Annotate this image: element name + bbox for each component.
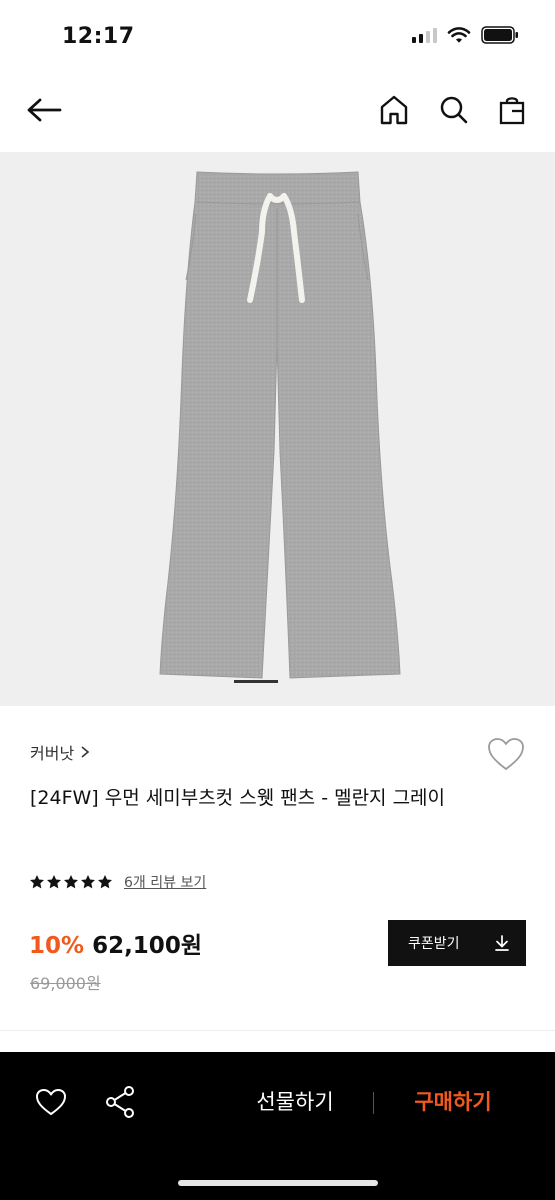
share-icon [106, 1086, 134, 1118]
coupon-label: 쿠폰받기 [408, 936, 460, 952]
coupon-button[interactable]: 쿠폰받기 [388, 920, 526, 966]
pants-illustration [159, 171, 401, 679]
search-button[interactable] [434, 90, 474, 130]
nav-bar [0, 74, 555, 152]
buy-button[interactable]: 구매하기 [398, 1086, 508, 1116]
wishlist-button[interactable] [486, 736, 526, 774]
product-title: [24FW] 우먼 세미부츠컷 스웻 팬츠 - 멜란지 그레이 [30, 787, 446, 809]
divider [0, 1030, 555, 1031]
bottom-wish-button[interactable] [31, 1082, 71, 1122]
status-icons [412, 26, 519, 44]
back-button[interactable] [24, 90, 64, 130]
share-button[interactable] [100, 1082, 140, 1122]
cart-button[interactable] [492, 90, 532, 130]
star-icon [64, 875, 78, 889]
heart-icon [36, 1089, 66, 1115]
chevron-right-icon [81, 746, 90, 758]
back-arrow-icon [27, 98, 62, 122]
download-icon [495, 935, 509, 951]
rating-row: 6개 리뷰 보기 [29, 872, 206, 892]
star-icon [98, 875, 112, 889]
shopping-bag-icon [499, 97, 525, 125]
star-icon [30, 875, 44, 889]
sale-price: 62,100원 [92, 933, 202, 959]
price-row: 10% 62,100원 [29, 926, 202, 960]
wifi-icon [447, 27, 471, 43]
home-indicator[interactable] [178, 1180, 378, 1186]
star-icon [81, 875, 95, 889]
bottom-action-bar: 선물하기 구매하기 [0, 1052, 555, 1200]
brand-link[interactable]: 커버낫 [30, 740, 90, 764]
gift-button[interactable]: 선물하기 [240, 1086, 350, 1116]
discount-rate: 10% [29, 933, 85, 959]
home-button[interactable] [374, 90, 414, 130]
cellular-signal-icon [412, 27, 437, 43]
search-icon [440, 96, 468, 124]
carousel-indicator [234, 680, 278, 683]
brand-name: 커버낫 [30, 744, 75, 763]
status-bar: 12:17 [0, 0, 555, 74]
rating-stars [29, 874, 113, 890]
heart-outline-icon [488, 738, 524, 770]
review-link[interactable]: 6개 리뷰 보기 [124, 872, 206, 892]
battery-icon [481, 26, 518, 44]
star-icon [47, 875, 61, 889]
product-image[interactable] [0, 152, 555, 706]
home-icon [380, 95, 408, 125]
original-price: 69,000원 [30, 974, 101, 993]
status-time: 12:17 [62, 24, 135, 49]
bottom-bar-separator [373, 1092, 374, 1114]
